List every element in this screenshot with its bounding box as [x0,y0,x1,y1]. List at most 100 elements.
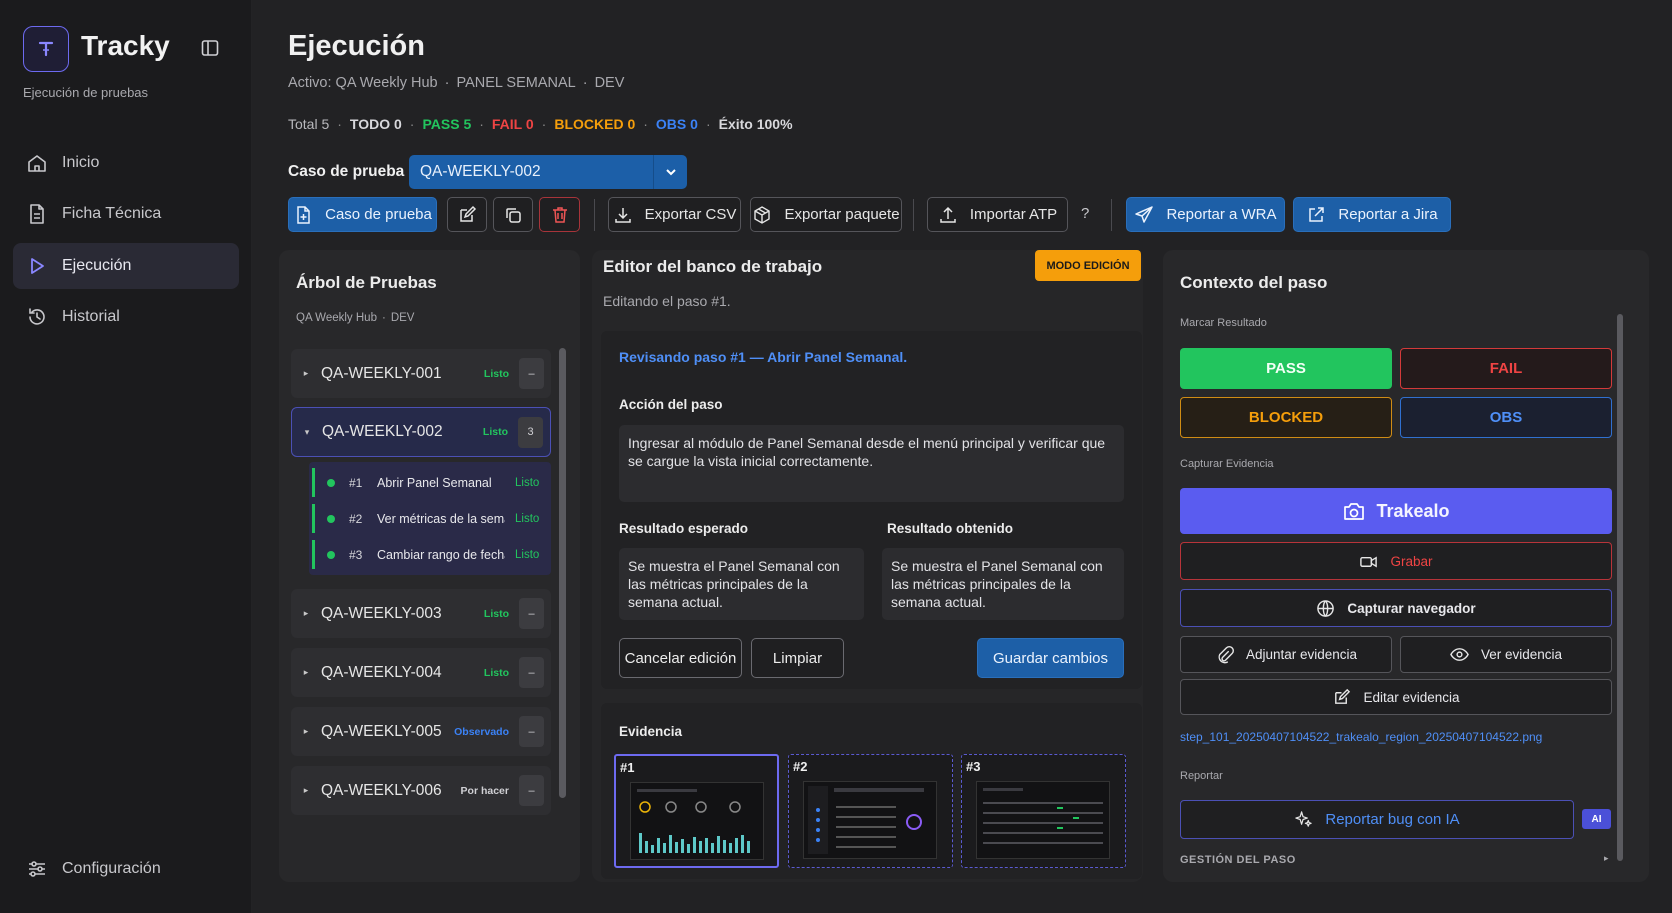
export-csv-button[interactable]: Exportar CSV [608,197,741,232]
edit-mode-badge: MODO EDICIÓN [1035,250,1141,281]
active-project: Activo: QA Weekly Hub [288,75,438,91]
step-number: #1 [349,475,363,490]
status-dot [327,550,335,559]
external-link-icon [1309,206,1325,222]
step-item[interactable]: #2 Ver métricas de la seman Listo [311,502,551,535]
capture-browser-button[interactable]: Capturar navegador [1180,589,1612,627]
export-package-button[interactable]: Exportar paquete [750,197,902,232]
tree-item[interactable]: ▸ QA-WEEKLY-001 Listo – [291,349,551,398]
tree-item[interactable]: ▸ QA-WEEKLY-003 Listo – [291,589,551,638]
delete-button[interactable] [539,197,580,232]
tree-item[interactable]: ▸ QA-WEEKLY-006 Por hacer – [291,766,551,815]
active-context: Activo: QA Weekly Hub · PANEL SEMANAL · DEV [288,75,624,91]
report-jira-button[interactable]: Reportar a Jira [1293,197,1451,232]
step-item[interactable]: #1 Abrir Panel Semanal Listo [311,466,551,499]
chevron-down-icon [653,155,687,189]
button-label: Reportar a WRA [1166,206,1277,223]
tree-item-name: QA-WEEKLY-002 [322,423,443,440]
sparkles-icon [1295,811,1313,827]
obtained-textarea[interactable]: Se muestra el Panel Semanal con las métr… [882,548,1124,620]
tree-item[interactable]: ▸ QA-WEEKLY-004 Listo – [291,648,551,697]
duplicate-button[interactable] [493,197,533,232]
tree-scrollbar[interactable] [559,348,566,798]
fail-button[interactable]: FAIL [1400,348,1612,389]
step-status-bar [312,540,315,569]
screenshot-preview [630,782,764,860]
tree-item-name: QA-WEEKLY-003 [321,604,442,622]
button-label: Ver evidencia [1480,647,1563,662]
active-env: DEV [594,75,625,91]
thumb-label: #1 [620,760,635,775]
caret-right-icon: ▸ [303,726,309,736]
trakealo-button[interactable]: Trakealo [1180,488,1612,534]
case-selector-row: Caso de prueba QA-WEEKLY-002 [288,155,687,189]
edit-button[interactable] [447,197,487,232]
import-atp-button[interactable]: Importar ATP [927,197,1068,232]
sidebar-item-label: Historial [62,308,120,325]
sidebar-item-ejecucion[interactable]: Ejecución [13,243,239,289]
tree-item-selected[interactable]: ▾ QA-WEEKLY-002 Listo 3 [291,407,551,457]
save-button[interactable]: Guardar cambios [977,638,1124,678]
file-plus-icon [297,205,310,224]
report-ai-button[interactable]: Reportar bug con IA [1180,800,1574,839]
blocked-button[interactable]: BLOCKED [1180,397,1392,438]
step-management-toggle[interactable]: GESTIÓN DEL PASO [1180,854,1296,866]
app-name: Tracky [81,30,170,61]
globe-icon [1317,599,1335,617]
upload-icon [940,206,956,223]
caret-right-icon[interactable]: ▸ [1604,853,1609,864]
tree-item-count: – [519,775,544,806]
download-icon [614,207,631,223]
pass-button[interactable]: PASS [1180,348,1392,389]
help-button[interactable]: ? [1081,205,1089,222]
case-select[interactable]: QA-WEEKLY-002 [409,155,687,189]
report-wra-button[interactable]: Reportar a WRA [1126,197,1285,232]
step-status: Listo [515,548,540,561]
cancel-edit-button[interactable]: Cancelar edición [619,638,742,678]
step-status-bar [312,468,315,497]
sidebar-item-inicio[interactable]: Inicio [13,140,239,186]
mark-result-label: Marcar Resultado [1180,317,1267,329]
expected-label: Resultado esperado [619,521,749,536]
view-evidence-button[interactable]: Ver evidencia [1400,636,1612,673]
sidebar-item-configuracion[interactable]: Configuración [13,846,239,892]
sidebar-item-label: Ficha Técnica [62,205,162,222]
step-name: Ver métricas de la seman [377,511,505,526]
tree-item-status: Listo [483,607,509,620]
evidence-file-link[interactable]: step_101_20250407104522_trakealo_region_… [1180,730,1542,744]
case-button[interactable]: Caso de prueba [288,197,437,232]
tree-meta-env: DEV [390,312,415,324]
thumb-label: #3 [966,759,981,774]
expected-textarea[interactable]: Se muestra el Panel Semanal con las métr… [619,548,864,620]
step-edit-box [601,331,1142,689]
sidebar-item-historial[interactable]: Historial [13,294,239,340]
context-scrollbar[interactable] [1617,314,1623,861]
case-label: Caso de prueba [288,163,405,180]
action-textarea[interactable]: Ingresar al módulo de Panel Semanal desd… [619,425,1124,502]
edit-icon [1335,688,1351,704]
evidence-thumb[interactable]: #2 [788,754,953,868]
report-label: Reportar [1180,770,1223,782]
sidebar-item-ficha-tecnica[interactable]: Ficha Técnica [13,191,239,237]
tree-title: Árbol de Pruebas [296,273,437,292]
attach-evidence-button[interactable]: Adjuntar evidencia [1180,636,1392,673]
edit-evidence-button[interactable]: Editar evidencia [1180,679,1612,715]
capture-evidence-label: Capturar Evidencia [1180,458,1274,470]
obs-button[interactable]: OBS [1400,397,1612,438]
eye-icon [1450,648,1469,661]
button-label: Trakealo [1376,500,1450,521]
clear-button[interactable]: Limpiar [751,638,844,678]
evidence-thumb[interactable]: #1 [614,754,779,868]
separator: · [381,312,386,324]
evidence-thumb[interactable]: #3 [961,754,1126,868]
send-icon [1135,205,1154,223]
record-button[interactable]: Grabar [1180,542,1612,580]
step-item[interactable]: #3 Cambiar rango de fechas Listo [311,538,551,571]
tree-meta-project: QA Weekly Hub [296,312,377,324]
tree-item-name: QA-WEEKLY-004 [321,663,442,681]
button-label: Importar ATP [969,206,1058,223]
step-name: Cambiar rango de fechas [377,547,505,562]
tree-item[interactable]: ▸ QA-WEEKLY-005 Observado – [291,707,551,756]
sidebar-toggle-icon[interactable] [201,39,223,59]
reviewing-step: Revisando paso #1 — Abrir Panel Semanal. [619,349,908,365]
